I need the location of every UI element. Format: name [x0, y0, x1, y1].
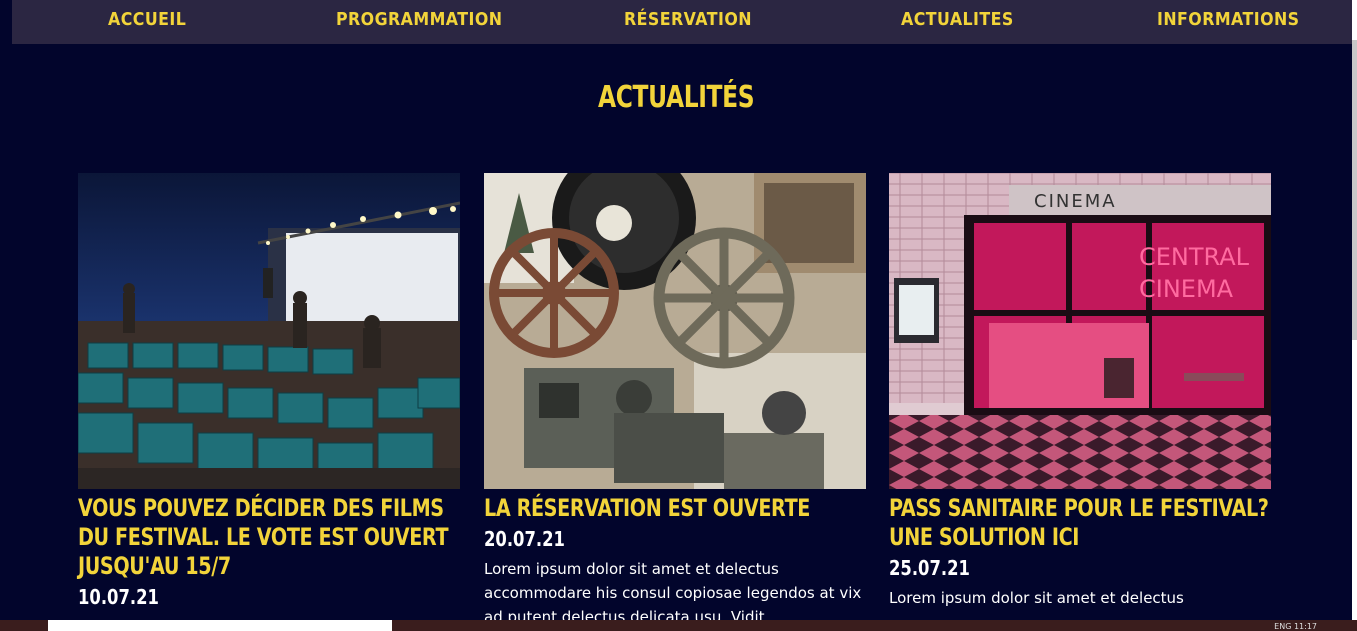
scrollbar-thumb[interactable] [1352, 40, 1357, 340]
news-title[interactable]: PASS SANITAIRE POUR LE FESTIVAL? UNE SOL… [889, 494, 1271, 552]
nav-item-accueil[interactable]: ACCUEIL [108, 0, 186, 40]
news-excerpt: Lorem ipsum dolor sit amet et delectus [889, 589, 1184, 607]
news-image-central-cinema[interactable]: CINEMA CENTRAL CINEMA [889, 173, 1271, 489]
svg-text:CINEMA: CINEMA [1139, 275, 1234, 303]
news-card[interactable]: LA RÉSERVATION EST OUVERTE 20.07.21 Lore… [484, 173, 866, 629]
svg-text:CINEMA: CINEMA [1034, 191, 1117, 212]
nav-item-actualites[interactable]: ACTUALITES [901, 0, 1014, 40]
news-image-open-air-cinema[interactable] [78, 173, 460, 489]
news-excerpt: Lorem ipsum dolor sit amet et delectus a… [484, 560, 862, 626]
nav-item-informations[interactable]: INFORMATIONS [1157, 0, 1300, 40]
news-title[interactable]: VOUS POUVEZ DÉCIDER DES FILMS DU FESTIVA… [78, 494, 460, 581]
main-navbar: ACCUEIL PROGRAMMATION RÉSERVATION ACTUAL… [12, 0, 1352, 44]
nav-item-reservation[interactable]: RÉSERVATION [624, 0, 752, 40]
nav-item-programmation[interactable]: PROGRAMMATION [336, 0, 502, 40]
section-title: ACTUALITÉS [597, 80, 755, 115]
taskbar-search-box[interactable] [48, 620, 392, 631]
news-card[interactable]: CINEMA CENTRAL CINEMA PASS SANITAIRE POU… [889, 173, 1271, 610]
news-image-film-reels[interactable] [484, 173, 866, 489]
news-card[interactable]: VOUS POUVEZ DÉCIDER DES FILMS DU FESTIVA… [78, 173, 460, 609]
news-date: 20.07.21 [484, 527, 565, 551]
taskbar-tray: ENG 11:17 [1274, 622, 1317, 631]
page: ACCUEIL PROGRAMMATION RÉSERVATION ACTUAL… [0, 0, 1357, 631]
svg-text:CENTRAL: CENTRAL [1139, 243, 1250, 271]
news-date: 10.07.21 [78, 585, 159, 609]
news-title[interactable]: LA RÉSERVATION EST OUVERTE [484, 494, 866, 523]
news-date: 25.07.21 [889, 556, 970, 580]
